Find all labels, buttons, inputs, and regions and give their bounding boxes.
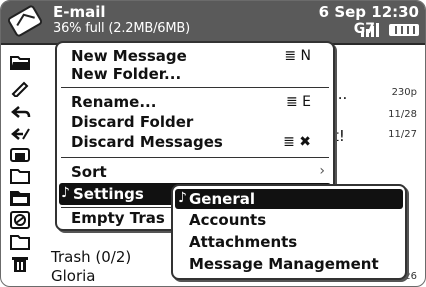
folder-small-icon[interactable]: [9, 233, 31, 251]
folder-icon[interactable]: [9, 167, 31, 185]
pencil-icon[interactable]: [9, 79, 31, 97]
storage-status: 36% full (2.2MB/6MB): [53, 21, 190, 36]
menu-item-sort[interactable]: Sort: [71, 163, 107, 181]
folder-icon-rail: [1, 45, 41, 285]
signal-icon: [361, 23, 379, 37]
menu-item-rename[interactable]: Rename...: [71, 93, 156, 111]
list-item-time: 230p: [391, 87, 417, 98]
no-entry-icon[interactable]: [9, 211, 31, 229]
chevron-right-icon: ›: [319, 163, 325, 179]
shortcut-rename: ≣ E: [285, 94, 311, 110]
menu-item-settings-label: Settings: [73, 185, 144, 203]
submenu-item-general-label: General: [189, 190, 255, 208]
mail-app-icon: [7, 5, 43, 37]
folder-open-icon[interactable]: [9, 53, 31, 71]
trash-folder-label[interactable]: Trash (0/2): [51, 248, 131, 266]
folder-selected-icon[interactable]: [9, 189, 31, 207]
reply-all-icon[interactable]: [9, 125, 31, 143]
submenu-item-general[interactable]: ♪ General: [175, 189, 403, 209]
check-icon: ♪: [178, 190, 187, 206]
check-icon: ♪: [61, 185, 70, 201]
menu-divider: [61, 157, 329, 158]
submenu-item-attachments[interactable]: Attachments: [189, 233, 297, 251]
list-item-text: ...: [333, 85, 348, 103]
printer-icon[interactable]: [9, 145, 31, 163]
menu-item-discard-folder[interactable]: Discard Folder: [71, 113, 193, 131]
title-bar: E-mail 36% full (2.2MB/6MB) 6 Sep 12:30 …: [1, 1, 425, 45]
settings-submenu: ♪ General Accounts Attachments Message M…: [171, 184, 407, 280]
trash-sender: Gloria: [51, 267, 96, 285]
shortcut-discard-messages: ≣ ✖: [283, 134, 311, 150]
menu-item-empty-trash[interactable]: Empty Tras: [71, 209, 165, 227]
submenu-item-message-management[interactable]: Message Management: [189, 255, 379, 273]
reply-icon[interactable]: [9, 103, 31, 121]
email-window: E-mail 36% full (2.2MB/6MB) 6 Sep 12:30 …: [0, 0, 426, 287]
list-item-time: 11/28: [388, 109, 417, 120]
trash-icon[interactable]: [9, 255, 31, 273]
date-time: 6 Sep 12:30: [318, 3, 419, 21]
app-title: E-mail: [53, 3, 106, 21]
menu-item-new-message[interactable]: New Message: [71, 47, 187, 65]
list-item-time: 11/27: [388, 129, 417, 140]
shortcut-new-message: ≣ N: [284, 48, 311, 64]
menu-item-new-folder[interactable]: New Folder...: [71, 65, 181, 83]
menu-divider: [61, 87, 329, 88]
battery-icon: [389, 24, 419, 36]
menu-item-discard-messages[interactable]: Discard Messages: [71, 133, 223, 151]
submenu-item-accounts[interactable]: Accounts: [189, 211, 266, 229]
